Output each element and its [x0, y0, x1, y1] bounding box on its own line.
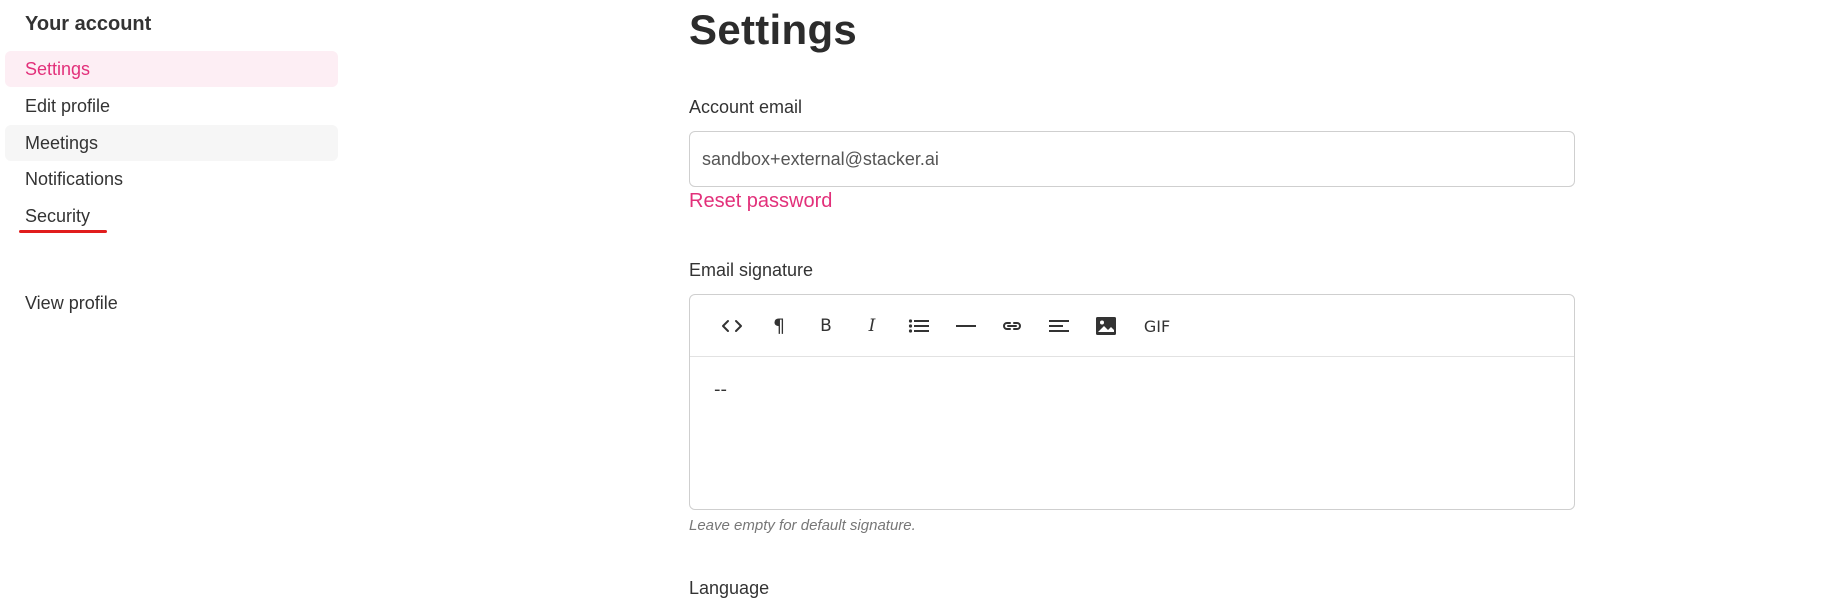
sidebar-item-security[interactable]: Security — [5, 198, 338, 234]
account-email-label: Account email — [689, 97, 803, 117]
bold-icon[interactable]: B — [808, 311, 844, 341]
paragraph-icon[interactable]: ¶ — [761, 311, 797, 341]
email-signature-label: Email signature — [689, 260, 814, 280]
signature-content[interactable]: -- — [714, 379, 727, 400]
italic-icon[interactable]: I — [854, 311, 890, 341]
signature-hint: Leave empty for default signature. — [689, 517, 916, 534]
link-icon[interactable] — [994, 311, 1030, 341]
code-icon[interactable] — [714, 311, 750, 341]
bullet-list-icon[interactable] — [901, 311, 937, 341]
language-label: Language — [689, 578, 770, 598]
sidebar-item-notifications[interactable]: Notifications — [5, 161, 338, 197]
email-signature-editor[interactable]: ¶ B I GIF -- — [689, 294, 1575, 510]
settings-main: Settings Account email Reset password Em… — [689, 0, 1575, 598]
horizontal-rule-icon[interactable] — [948, 311, 984, 341]
sidebar-item-settings[interactable]: Settings — [5, 51, 338, 87]
security-annotation-underline — [19, 230, 107, 233]
sidebar-heading: Your account — [25, 13, 152, 35]
image-icon[interactable] — [1088, 311, 1124, 341]
reset-password-link[interactable]: Reset password — [689, 190, 832, 213]
account-sidebar: Your account Settings Edit profile Meeti… — [0, 0, 340, 597]
sidebar-item-edit-profile[interactable]: Edit profile — [5, 88, 338, 124]
gif-icon[interactable]: GIF — [1136, 311, 1178, 341]
sidebar-item-meetings[interactable]: Meetings — [5, 125, 338, 161]
editor-toolbar: ¶ B I GIF — [690, 295, 1574, 357]
page-title: Settings — [689, 6, 858, 53]
sidebar-item-view-profile[interactable]: View profile — [5, 285, 338, 321]
align-icon[interactable] — [1041, 311, 1077, 341]
account-email-field[interactable] — [689, 131, 1575, 187]
